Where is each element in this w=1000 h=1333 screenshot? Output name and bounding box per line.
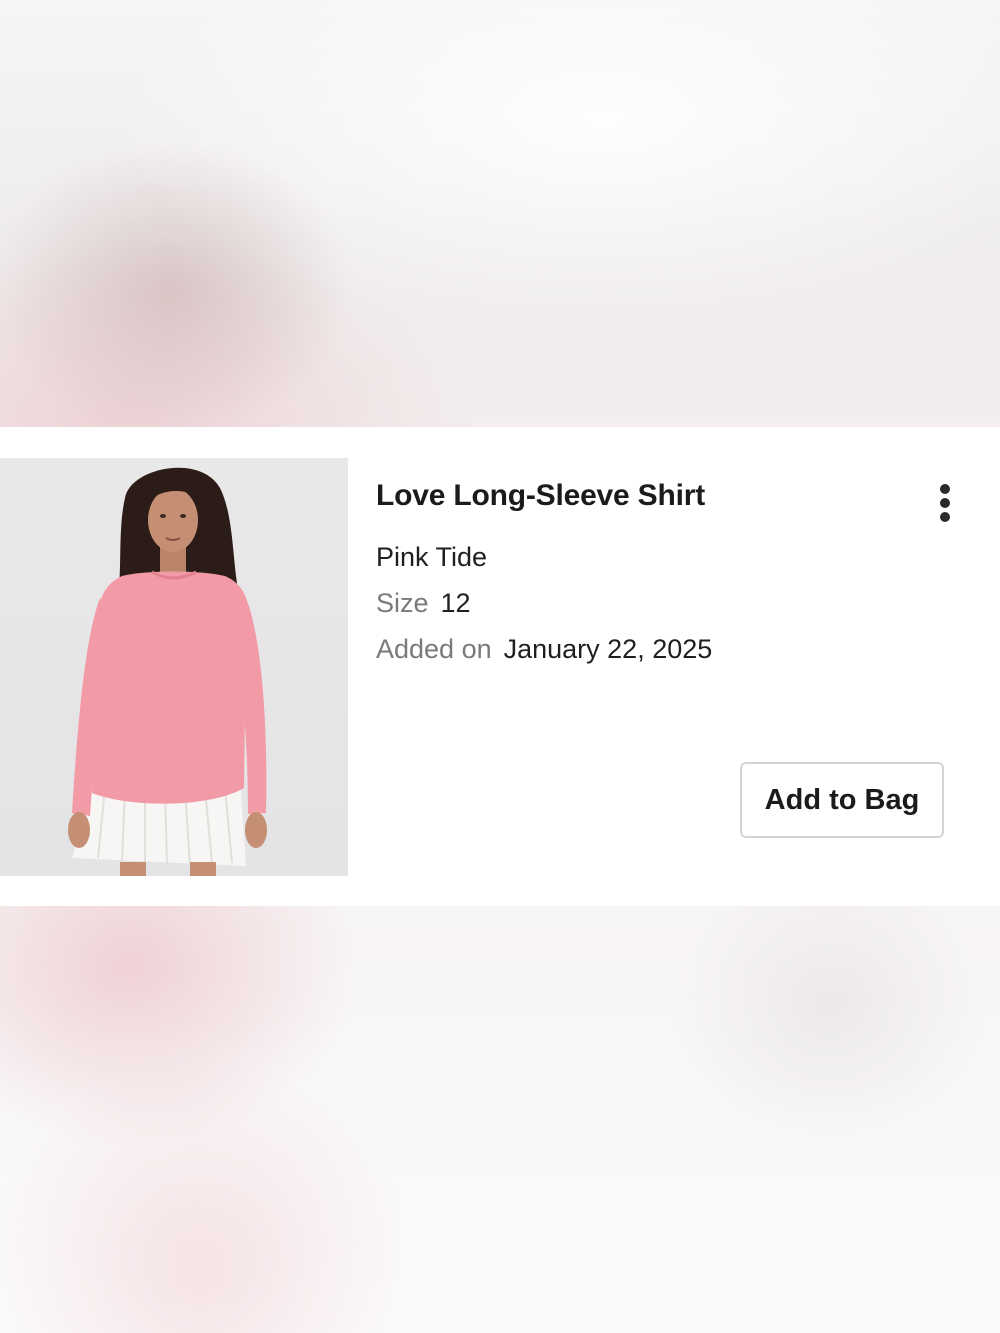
dot: [940, 484, 950, 494]
dot: [940, 498, 950, 508]
size-label: Size: [376, 588, 429, 618]
product-color: Pink Tide: [376, 542, 488, 572]
wishlist-item-card: Love Long-Sleeve Shirt Pink Tide Size 12 …: [0, 427, 1000, 906]
size-row: Size 12: [376, 588, 471, 619]
product-photo-illustration: [68, 467, 267, 876]
product-image[interactable]: [0, 458, 348, 876]
added-on-label: Added on: [376, 634, 492, 664]
added-on-value: January 22, 2025: [503, 634, 713, 664]
blurred-background-top: [0, 0, 1000, 427]
page: Love Long-Sleeve Shirt Pink Tide Size 12 …: [0, 0, 1000, 1333]
dot: [940, 512, 950, 522]
blurred-background-bottom: [0, 906, 1000, 1333]
size-value: 12: [440, 588, 471, 618]
added-on-row: Added on January 22, 2025: [376, 634, 712, 665]
add-to-bag-button[interactable]: Add to Bag: [740, 762, 944, 838]
product-title[interactable]: Love Long-Sleeve Shirt: [376, 479, 705, 513]
more-vertical-icon[interactable]: [928, 481, 962, 525]
